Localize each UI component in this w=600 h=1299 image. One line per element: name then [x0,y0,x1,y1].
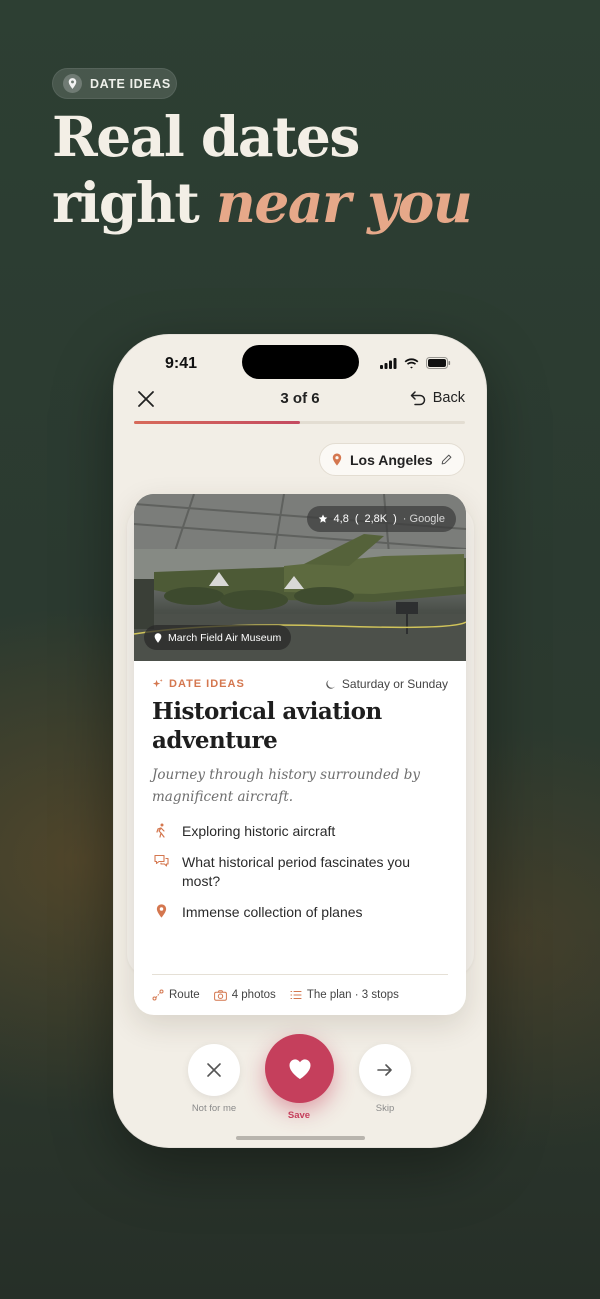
arrow-right-icon [377,1064,392,1076]
point-text: Immense collection of planes [182,904,363,920]
rating-value: 4,8 [333,513,349,525]
card-title-line-2: adventure [152,727,278,754]
photos-label: 4 photos [231,989,276,1001]
pin-icon [63,74,82,93]
list-item: What historical period fascinates you mo… [152,853,448,891]
schedule-label: Saturday or Sunday [341,677,448,691]
status-icons [380,357,451,369]
headline-line-1: Real dates [52,104,360,169]
promo-headline: Real dates right near you [52,104,473,236]
list-item: Exploring historic aircraft [152,822,448,841]
walking-icon [152,822,170,841]
card-subtitle-line-1: Journey through history surrounded by [152,767,421,783]
close-icon [207,1063,221,1077]
edit-icon [441,454,452,465]
skip-label: Skip [375,1103,395,1114]
place-photo: 4,8 ( 2,8K ) · Google March Field Air Mu… [134,494,466,661]
moon-icon [326,679,335,689]
card-title-line-1: Historical aviation [152,698,382,725]
category-label: DATE IDEAS [169,678,245,690]
route-icon [152,989,164,1001]
card-body: DATE IDEAS Saturday or Sunday Historical… [134,661,466,1015]
route-label: Route [169,989,200,1001]
list-item: Immense collection of planes [152,903,448,922]
plan-link[interactable]: The plan · 3 stops [290,989,399,1001]
photos-link[interactable]: 4 photos [213,989,276,1001]
schedule: Saturday or Sunday [325,677,448,691]
pin-icon [152,903,170,922]
location-city: Los Angeles [350,451,433,468]
route-link[interactable]: Route [152,989,200,1001]
card-footer: Route 4 photos The plan · 3 stops [152,974,448,1001]
undo-icon [410,390,425,405]
save-button[interactable] [265,1034,334,1103]
sparkle-icon [152,678,163,687]
back-button[interactable]: Back [410,390,465,406]
highlight-list: Exploring historic aircraft What histori… [152,822,448,922]
pill-label: DATE IDEAS [90,76,171,91]
dismiss-label: Not for me [191,1103,237,1114]
point-text: Exploring historic aircraft [182,823,336,839]
battery-icon [426,357,451,369]
card-meta: DATE IDEAS Saturday or Sunday [152,677,448,691]
progress-fill [134,421,300,424]
card-subtitle: Journey through history surrounded by ma… [152,764,448,808]
pin-icon [332,453,342,466]
status-time: 9:41 [165,355,198,372]
rating-source: · Google [402,513,445,525]
point-text: What historical period fascinates you mo… [182,854,410,889]
location-selector[interactable]: Los Angeles [319,443,465,476]
date-ideas-pill: DATE IDEAS [52,68,177,99]
star-icon [318,514,327,523]
list-icon [290,990,302,1000]
chat-icon [152,853,170,891]
card-title: Historical aviation adventure [152,697,448,755]
card-subtitle-line-2: magnificent aircraft. [152,789,294,805]
skip-button[interactable] [359,1044,411,1096]
date-card[interactable]: 4,8 ( 2,8K ) · Google March Field Air Mu… [134,494,466,1015]
rating-paren-open: ( [354,513,359,525]
headline-accent: near you [215,170,473,235]
headline-line-2: right near you [52,170,473,236]
heart-icon [288,1058,311,1079]
pin-icon [154,632,162,643]
progress-bar [134,421,465,424]
plan-label: The plan · 3 stops [306,989,399,1001]
wifi-icon [404,357,419,368]
camera-icon [213,989,227,1001]
save-label: Save [287,1110,311,1121]
home-indicator [236,1136,365,1140]
category-tag: DATE IDEAS [152,678,245,690]
dynamic-island [242,345,359,379]
review-count: 2,8K [364,513,388,525]
place-badge: March Field Air Museum [144,625,292,650]
rating-badge: 4,8 ( 2,8K ) · Google [306,506,456,532]
phone-mockup: 9:41 3 of 6 Back Los Angeles 4,8 (2,8K … [113,334,487,1148]
dismiss-button[interactable] [188,1044,240,1096]
place-name: March Field Air Museum [168,631,282,644]
signal-icon [380,357,397,369]
rating-paren-close: ) [393,513,397,525]
headline-plain: right [52,170,216,235]
back-label: Back [432,390,465,406]
